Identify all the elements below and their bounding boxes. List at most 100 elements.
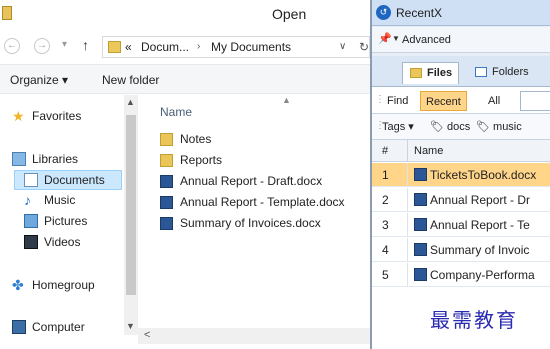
scroll-up-icon[interactable]: ▲ (126, 97, 135, 107)
column-divider (407, 238, 408, 262)
filter-bar: ⋮ Find Recent All (372, 86, 550, 114)
app-icon (2, 6, 12, 20)
file-list: ▲ Name Notes Reports Annual Report - Dra… (140, 95, 370, 327)
name-column-header[interactable]: Name (414, 145, 443, 157)
recentx-window: ↺ RecentX 📌 ▼ Advanced Files Folders ⋮ F… (370, 0, 550, 349)
libraries-icon (12, 152, 26, 166)
nav-item-computer[interactable]: Computer (12, 318, 122, 338)
recentx-tabs: Files Folders (372, 56, 550, 86)
row-number: 3 (382, 218, 389, 232)
dropdown-arrow-icon[interactable]: ▼ (392, 34, 400, 43)
music-icon: ♪ (24, 192, 31, 208)
navigation-pane-scrollbar[interactable]: ▲ ▼ (124, 95, 138, 335)
tag-music[interactable]: 🏷 music (476, 120, 522, 133)
star-icon: ★ (12, 108, 25, 124)
nav-label: Libraries (32, 152, 79, 166)
file-list-scrollbar[interactable]: < (138, 328, 370, 344)
dialog-toolbar: Organize ▾ New folder (0, 64, 370, 94)
recentx-titlebar: ↺ RecentX (372, 0, 550, 26)
pin-icon[interactable]: 📌 (378, 32, 392, 45)
navigation-pane: ★ Favorites Libraries Documents ♪ Music … (0, 95, 124, 349)
word-document-icon (160, 217, 173, 230)
word-document-icon (414, 243, 427, 256)
tab-folders[interactable]: Folders (468, 62, 535, 84)
folder-outline-icon (475, 67, 487, 77)
nav-item-libraries[interactable]: Libraries (12, 150, 122, 170)
address-dropdown-icon[interactable]: ∨ (339, 41, 346, 52)
table-row[interactable]: 4 Summary of Invoic (372, 238, 550, 262)
breadcrumb-overflow[interactable]: « (125, 40, 132, 54)
file-name: Notes (180, 132, 212, 146)
advanced-bar: 📌 ▼ Advanced (372, 27, 550, 53)
word-document-icon (160, 196, 173, 209)
nav-label: Computer (32, 320, 85, 334)
homegroup-icon: ✤ (12, 277, 24, 293)
navigation-bar: ← → ▾ ↑ « Docum... › My Documents ∨ ↻ (0, 34, 370, 60)
refresh-icon[interactable]: ↻ (359, 40, 369, 54)
scroll-left-icon[interactable]: < (144, 329, 150, 341)
nav-item-videos[interactable]: Videos (24, 233, 122, 253)
forward-button[interactable]: → (34, 38, 50, 54)
scroll-down-icon[interactable]: ▼ (126, 321, 135, 331)
folder-icon (108, 41, 121, 53)
tags-bar: ⋮ Tags ▾ 🏷 docs 🏷 music (372, 114, 550, 140)
nav-item-pictures[interactable]: Pictures (24, 212, 122, 232)
recent-filter-button[interactable]: Recent (420, 91, 467, 111)
table-row[interactable]: 2 Annual Report - Dr (372, 188, 550, 212)
new-folder-button[interactable]: New folder (102, 73, 159, 87)
nav-item-favorites[interactable]: ★ Favorites (12, 107, 122, 127)
nav-label: Homegroup (32, 278, 95, 292)
file-name: Summary of Invoices.docx (180, 216, 321, 230)
nav-label: Favorites (32, 109, 82, 123)
documents-icon (24, 173, 38, 187)
nav-item-homegroup[interactable]: ✤ Homegroup (12, 276, 122, 296)
row-file-name: Annual Report - Dr (430, 193, 531, 207)
organize-button[interactable]: Organize ▾ (10, 73, 68, 87)
file-name: Annual Report - Template.docx (180, 195, 345, 209)
scrollbar-thumb[interactable] (126, 115, 136, 295)
table-empty-area: 最需教育 (372, 292, 550, 349)
folder-icon (410, 68, 422, 78)
row-file-name: Summary of Invoic (430, 243, 530, 257)
word-document-icon (414, 268, 427, 281)
tab-files[interactable]: Files (402, 62, 460, 84)
breadcrumb-documents[interactable]: Docum... (141, 40, 189, 54)
column-divider (407, 213, 408, 237)
computer-icon (12, 320, 26, 334)
column-divider (407, 163, 408, 187)
table-row[interactable]: 3 Annual Report - Te (372, 213, 550, 237)
advanced-button[interactable]: Advanced (402, 34, 451, 46)
file-name: Annual Report - Draft.docx (180, 174, 323, 188)
file-name: Reports (180, 153, 223, 167)
tab-label: Files (427, 67, 453, 79)
tag-docs[interactable]: 🏷 docs (430, 120, 470, 133)
tab-label: Folders (492, 66, 529, 78)
row-file-name: Annual Report - Te (430, 218, 530, 232)
recentx-title: RecentX (396, 6, 443, 20)
up-button[interactable]: ↑ (82, 37, 89, 53)
back-button[interactable]: ← (4, 38, 20, 54)
nav-item-music[interactable]: ♪ Music (24, 191, 122, 211)
word-document-icon (414, 168, 427, 181)
number-column-header[interactable]: # (382, 145, 388, 157)
watermark-text: 最需教育 (430, 308, 518, 332)
nav-item-documents[interactable]: Documents (14, 170, 122, 190)
recent-locations-button[interactable]: ▾ (62, 39, 67, 50)
find-button[interactable]: Find (382, 91, 413, 111)
sort-ascending-icon: ▲ (282, 95, 291, 105)
table-row[interactable]: 5 Company-Performa (372, 263, 550, 287)
name-column-header[interactable]: Name (160, 105, 192, 119)
folder-icon (160, 133, 173, 146)
address-bar[interactable]: « Docum... › My Documents ∨ ↻ (102, 36, 370, 58)
all-filter-button[interactable]: All (483, 91, 505, 111)
breadcrumb-my-documents[interactable]: My Documents (211, 40, 291, 54)
tag-label: music (493, 121, 522, 133)
row-file-name: Company-Performa (430, 268, 535, 282)
filter-input[interactable] (520, 91, 550, 111)
dialog-title: Open (272, 6, 307, 22)
row-number: 2 (382, 193, 389, 207)
table-header: # Name (372, 140, 550, 162)
tags-menu-button[interactable]: Tags ▾ (382, 120, 414, 133)
table-row[interactable]: 1 TicketsToBook.docx (372, 163, 550, 187)
word-document-icon (414, 193, 427, 206)
